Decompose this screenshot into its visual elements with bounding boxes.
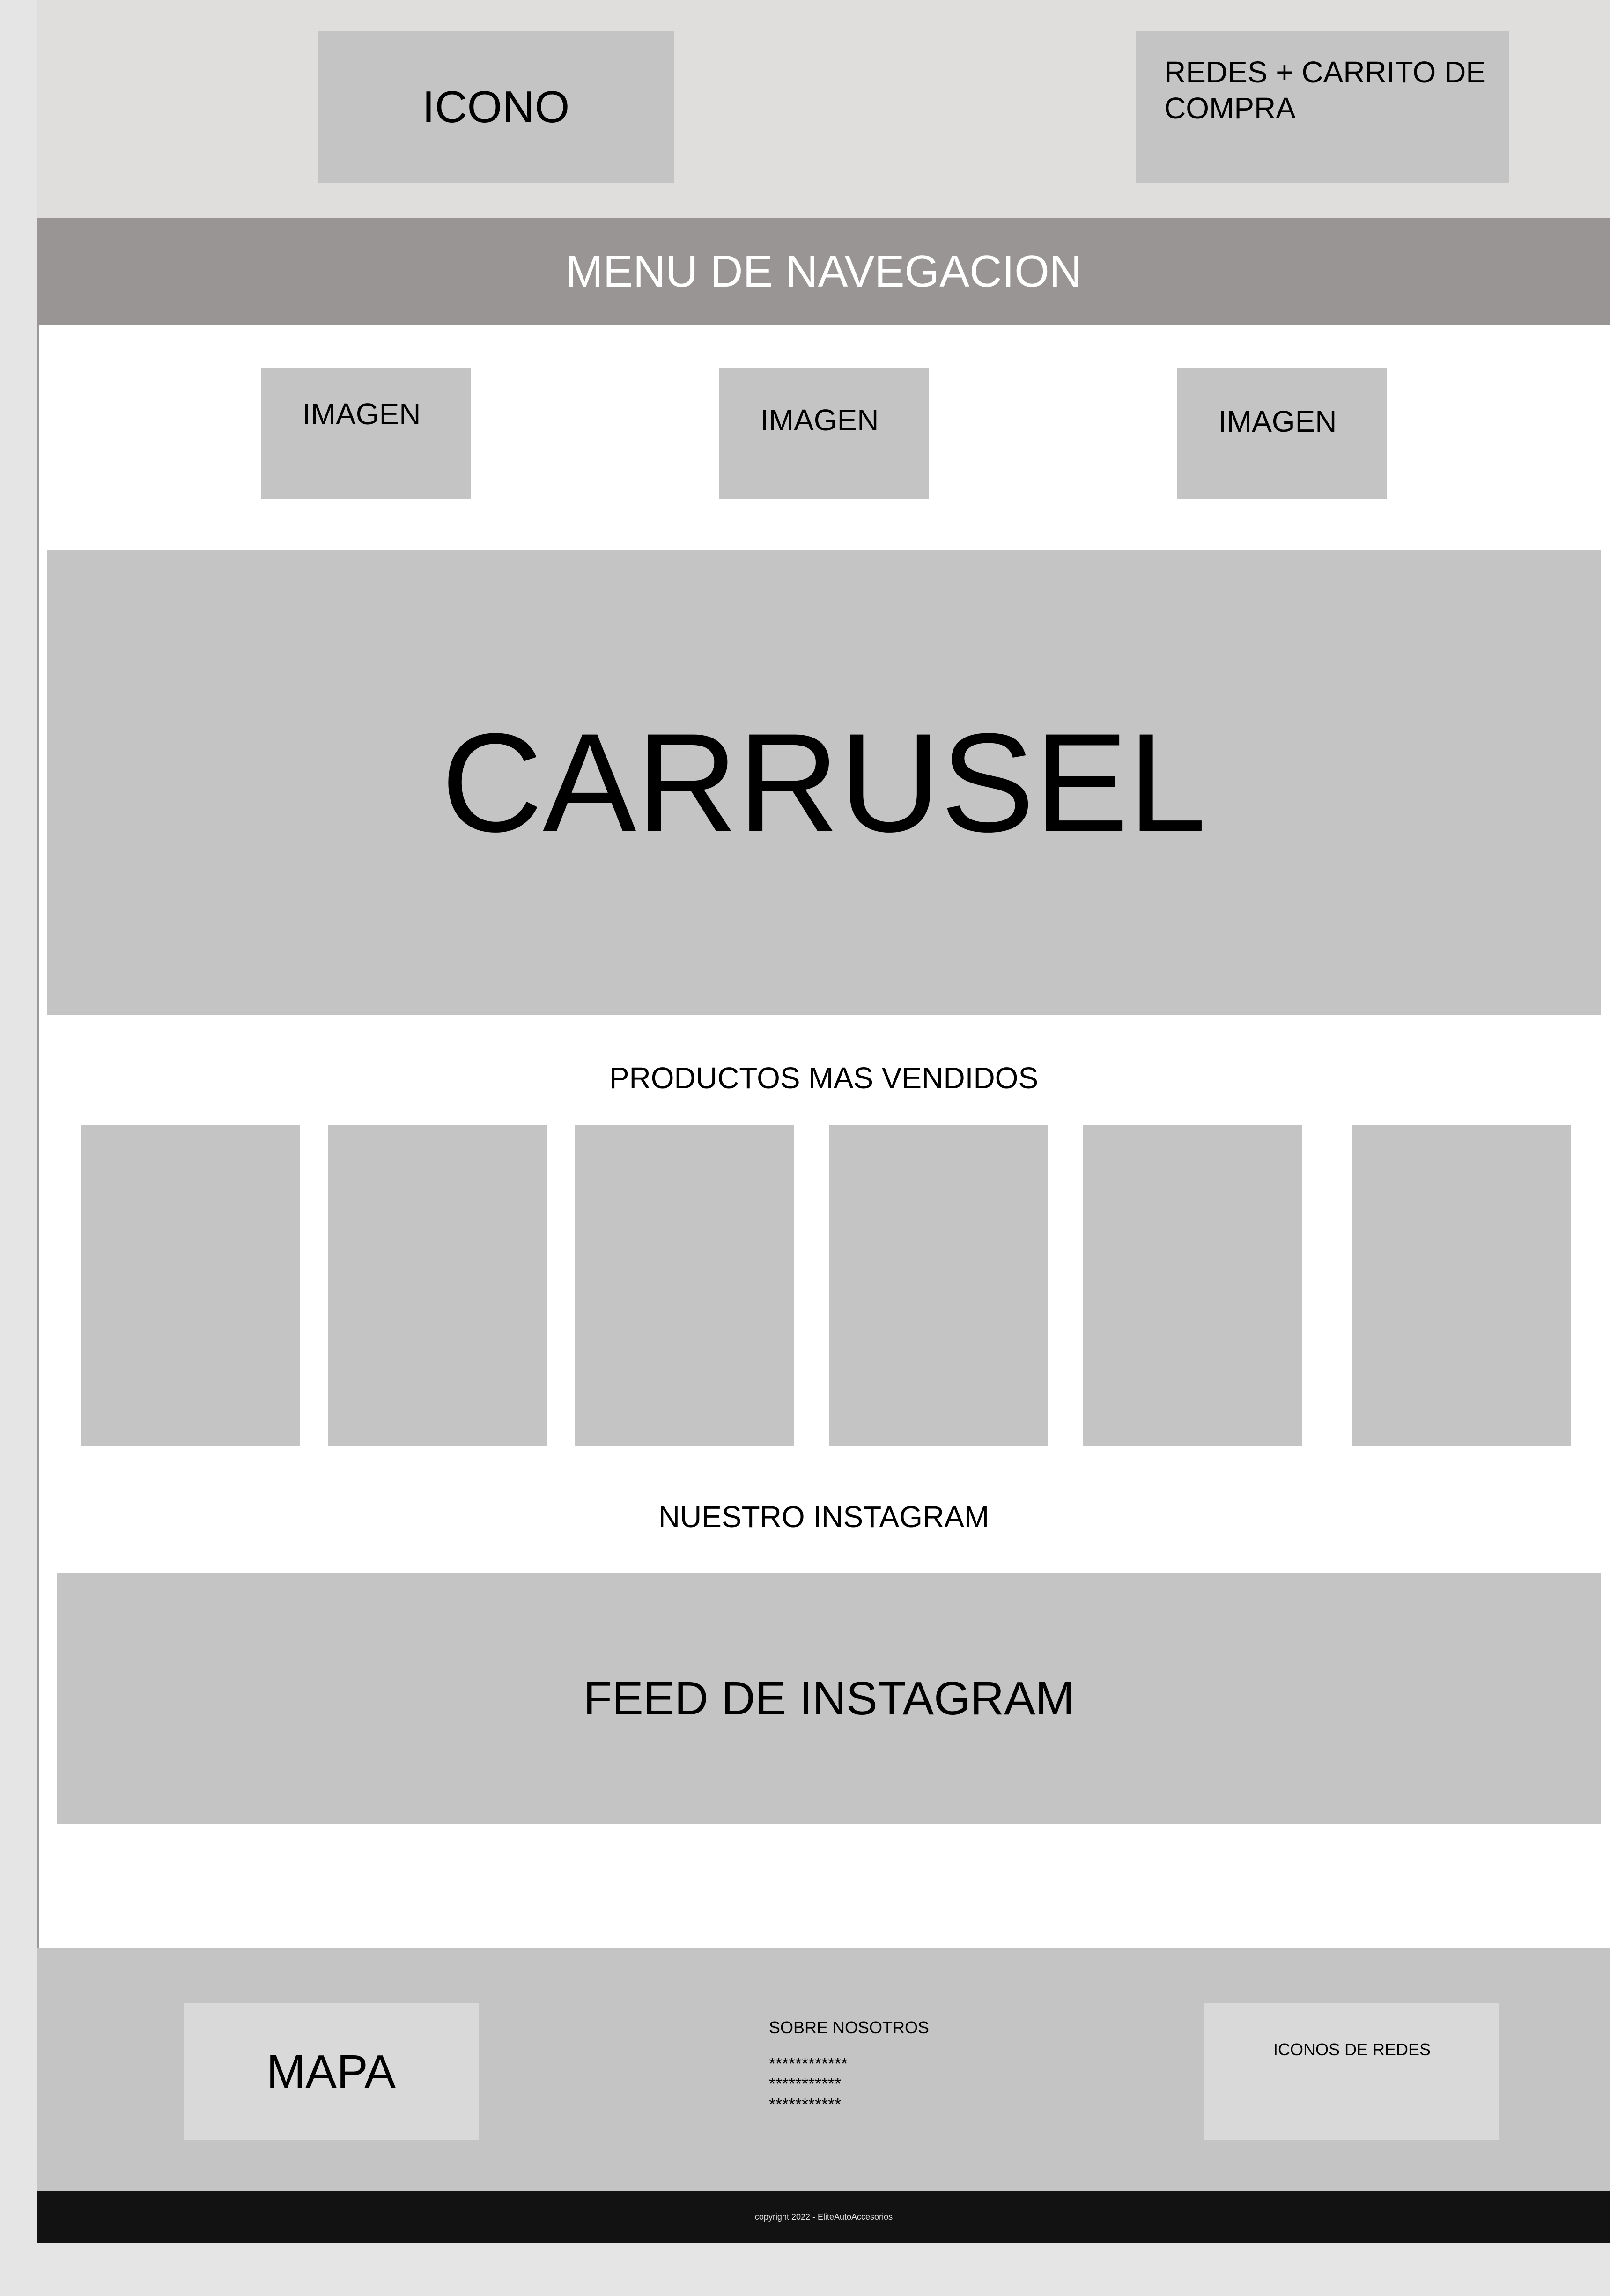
copyright-text: copyright 2022 - EliteAutoAccesorios xyxy=(754,2212,893,2222)
product-card[interactable] xyxy=(81,1125,300,1446)
carousel-placeholder[interactable]: CARRUSEL xyxy=(47,550,1601,1015)
logo-placeholder[interactable]: ICONO xyxy=(318,31,674,183)
social-cart-label: REDES + CARRITO DE COMPRA xyxy=(1164,55,1486,125)
about-us-line: ************ xyxy=(769,2054,848,2074)
product-card[interactable] xyxy=(575,1125,794,1446)
image-label: IMAGEN xyxy=(1219,405,1337,438)
image-label: IMAGEN xyxy=(761,403,879,437)
about-us-title: SOBRE NOSOTROS xyxy=(769,2018,930,2037)
about-us-section: SOBRE NOSOTROS ************ *********** … xyxy=(769,2017,1050,2114)
product-card[interactable] xyxy=(328,1125,547,1446)
navigation-menu[interactable]: MENU DE NAVEGACION xyxy=(37,218,1610,325)
instagram-feed-label: FEED DE INSTAGRAM xyxy=(583,1672,1075,1725)
product-card[interactable] xyxy=(829,1125,1048,1446)
about-us-line: *********** xyxy=(769,2094,842,2114)
social-icons-placeholder[interactable]: ICONOS DE REDES xyxy=(1204,2003,1499,2140)
map-placeholder[interactable]: MAPA xyxy=(184,2003,479,2140)
image-placeholder-3[interactable]: IMAGEN xyxy=(1177,368,1387,499)
social-icons-label: ICONOS DE REDES xyxy=(1273,2040,1431,2059)
image-label: IMAGEN xyxy=(303,397,421,431)
carousel-label: CARRUSEL xyxy=(441,704,1206,861)
image-placeholder-1[interactable]: IMAGEN xyxy=(261,368,471,499)
social-cart-placeholder[interactable]: REDES + CARRITO DE COMPRA xyxy=(1136,31,1509,183)
instagram-feed-placeholder[interactable]: FEED DE INSTAGRAM xyxy=(57,1573,1601,1824)
copyright-bar: copyright 2022 - EliteAutoAccesorios xyxy=(37,2191,1610,2243)
page-canvas xyxy=(37,0,1610,2243)
map-label: MAPA xyxy=(266,2045,396,2098)
logo-label: ICONO xyxy=(422,81,570,132)
best-sellers-title: PRODUCTOS MAS VENDIDOS xyxy=(609,1061,1039,1095)
instagram-title: NUESTRO INSTAGRAM xyxy=(658,1500,990,1534)
product-card[interactable] xyxy=(1352,1125,1571,1446)
about-us-line: *********** xyxy=(769,2074,842,2094)
image-placeholder-2[interactable]: IMAGEN xyxy=(719,368,929,499)
navigation-menu-label: MENU DE NAVEGACION xyxy=(565,246,1082,296)
product-card[interactable] xyxy=(1083,1125,1302,1446)
